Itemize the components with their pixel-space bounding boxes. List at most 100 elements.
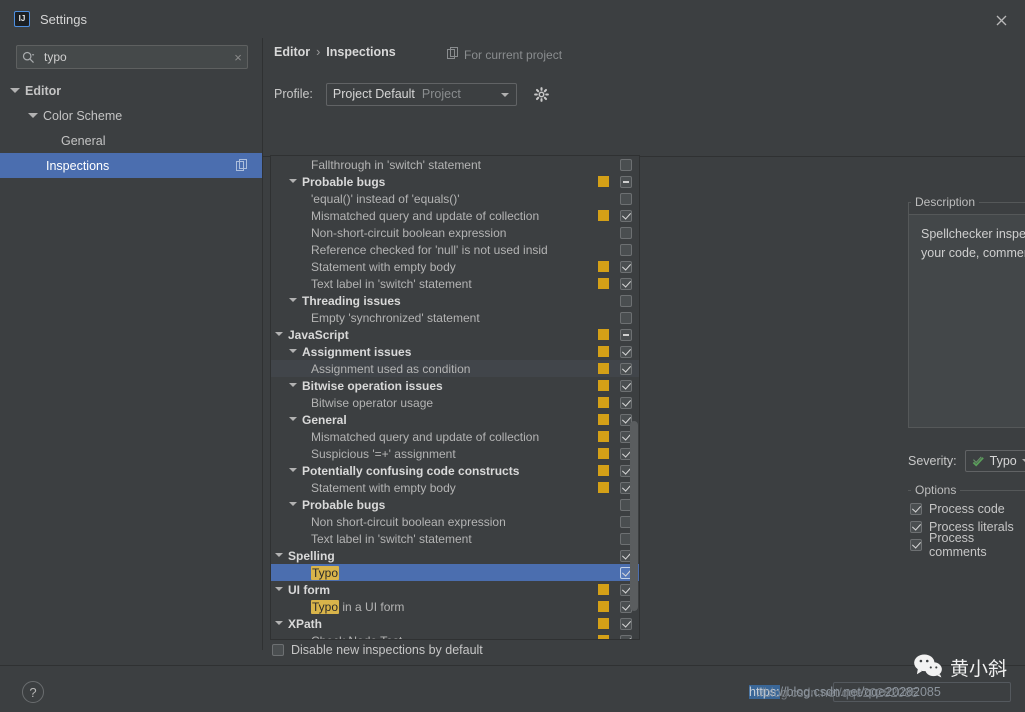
tree-row[interactable]: Statement with empty body — [271, 258, 639, 275]
tree-row[interactable]: Probable bugs — [271, 173, 639, 190]
checkbox-icon[interactable] — [910, 503, 922, 515]
tree-row[interactable]: Fallthrough in 'switch' statement — [271, 156, 639, 173]
gear-icon[interactable] — [532, 84, 552, 104]
chevron-down-icon[interactable] — [289, 466, 298, 475]
tree-row[interactable]: 'equal()' instead of 'equals()' — [271, 190, 639, 207]
chevron-down-icon[interactable] — [275, 551, 284, 560]
description-before: Spellchecker inspection helps locate — [921, 227, 1025, 241]
severity-swatch-icon — [598, 380, 609, 391]
option-label: Process comments — [929, 531, 987, 559]
severity-swatch-icon — [598, 329, 609, 340]
chevron-down-icon[interactable] — [275, 619, 284, 628]
description-legend: Description — [911, 195, 980, 209]
sidebar-item-color-scheme[interactable]: Color Scheme — [0, 103, 262, 128]
disable-new-inspections-label: Disable new inspections by default — [291, 643, 483, 657]
tree-row[interactable]: Potentially confusing code constructs — [271, 462, 639, 479]
checkbox-icon[interactable] — [620, 328, 632, 341]
tree-row[interactable]: Text label in 'switch' statement — [271, 530, 639, 547]
tree-row-label: 'equal()' instead of 'equals()' — [311, 191, 460, 206]
tree-row[interactable]: General — [271, 411, 639, 428]
tree-row[interactable]: Probable bugs — [271, 496, 639, 513]
tree-row[interactable]: Suspicious '=+' assignment — [271, 445, 639, 462]
copy-icon[interactable] — [236, 159, 248, 174]
tree-row-label: Empty 'synchronized' statement — [311, 310, 480, 325]
checkbox-icon[interactable] — [620, 175, 632, 188]
clear-icon[interactable]: × — [229, 51, 247, 64]
chevron-down-icon[interactable] — [275, 330, 284, 339]
tree-row[interactable]: Mismatched query and update of collectio… — [271, 207, 639, 224]
severity-swatch-icon — [598, 584, 609, 595]
tree-row[interactable]: Check Node Test — [271, 632, 639, 639]
tree-row[interactable]: Bitwise operator usage — [271, 394, 639, 411]
sidebar-item-label: Color Scheme — [43, 108, 123, 123]
tree-row-label: Typo in a UI form — [311, 599, 405, 614]
tree-row[interactable]: UI form — [271, 581, 639, 598]
checkbox-icon[interactable] — [620, 243, 632, 256]
option-process-comments[interactable]: Process comments — [910, 531, 1025, 559]
chevron-down-icon[interactable] — [289, 177, 298, 186]
tree-row[interactable]: Reference checked for 'null' is not used… — [271, 241, 639, 258]
checkbox-icon[interactable] — [620, 311, 632, 324]
option-process-code[interactable]: Process code — [910, 500, 1025, 518]
severity-dropdown[interactable]: Typo — [964, 450, 1025, 472]
checkbox-icon[interactable] — [910, 539, 922, 551]
inspections-tree[interactable]: Fallthrough in 'switch' statement Probabl… — [270, 155, 640, 640]
tree-row[interactable]: Statement with empty body — [271, 479, 639, 496]
help-icon[interactable]: ? — [22, 681, 44, 703]
tree-row[interactable]: Non-short-circuit boolean expression — [271, 224, 639, 241]
checkbox-icon[interactable] — [620, 617, 632, 630]
checkbox-icon[interactable] — [620, 158, 632, 171]
checkbox-icon[interactable] — [620, 396, 632, 409]
chevron-down-icon[interactable] — [289, 415, 298, 424]
checkbox-icon[interactable] — [620, 294, 632, 307]
disable-new-inspections-row[interactable]: Disable new inspections by default — [272, 643, 483, 657]
checkbox-icon[interactable] — [620, 277, 632, 290]
sidebar-item-inspections[interactable]: Inspections — [0, 153, 262, 178]
checkbox-icon[interactable] — [620, 345, 632, 358]
severity-swatch-icon — [598, 618, 609, 629]
tree-row-label: Threading issues — [302, 293, 401, 308]
chevron-down-icon[interactable] — [289, 296, 298, 305]
checkbox-icon[interactable] — [272, 644, 284, 656]
profile-dropdown[interactable]: Project Default Project — [325, 82, 517, 106]
tree-row[interactable]: Spelling — [271, 547, 639, 564]
tree-row[interactable]: Mismatched query and update of collectio… — [271, 428, 639, 445]
search-match-highlight: Typo — [311, 565, 340, 580]
tree-row[interactable]: Typo in a UI form — [271, 598, 639, 615]
sidebar-item-general[interactable]: General — [0, 128, 262, 153]
checkbox-icon[interactable] — [620, 260, 632, 273]
breadcrumb-item-editor[interactable]: Editor — [274, 45, 310, 59]
tree-row[interactable]: Text label in 'switch' statement — [271, 275, 639, 292]
tree-row[interactable]: XPath — [271, 615, 639, 632]
tree-row[interactable]: Assignment issues — [271, 343, 639, 360]
tree-row-label: Text label in 'switch' statement — [311, 276, 472, 291]
sidebar-item-editor[interactable]: Editor — [0, 78, 262, 103]
checkbox-icon[interactable] — [910, 521, 922, 533]
typo-severity-icon — [972, 455, 985, 468]
tree-scrollbar[interactable] — [630, 421, 638, 611]
checkbox-icon[interactable] — [620, 192, 632, 205]
severity-swatch-icon — [598, 482, 609, 493]
sidebar-tree: Editor Color Scheme General Inspections — [0, 78, 262, 178]
tree-row[interactable]: Assignment used as condition — [271, 360, 639, 377]
chevron-down-icon[interactable] — [289, 381, 298, 390]
tree-row[interactable]: Empty 'synchronized' statement — [271, 309, 639, 326]
checkbox-icon[interactable] — [620, 362, 632, 375]
chevron-down-icon[interactable] — [289, 347, 298, 356]
severity-swatch-icon — [598, 431, 609, 442]
tree-row[interactable]: Threading issues — [271, 292, 639, 309]
checkbox-icon[interactable] — [620, 379, 632, 392]
tree-row-label: XPath — [288, 616, 323, 631]
tree-row[interactable]: Bitwise operation issues — [271, 377, 639, 394]
tree-row[interactable]: Typo — [271, 564, 639, 581]
tree-row-label: UI form — [288, 582, 330, 597]
close-icon[interactable] — [987, 10, 1015, 30]
tree-row[interactable]: JavaScript — [271, 326, 639, 343]
checkbox-icon[interactable] — [620, 226, 632, 239]
checkbox-icon[interactable] — [620, 209, 632, 222]
tree-row[interactable]: Non short-circuit boolean expression — [271, 513, 639, 530]
checkbox-icon[interactable] — [620, 634, 632, 639]
chevron-down-icon[interactable] — [289, 500, 298, 509]
sidebar-search-field[interactable]: typo × — [16, 45, 248, 69]
chevron-down-icon[interactable] — [275, 585, 284, 594]
